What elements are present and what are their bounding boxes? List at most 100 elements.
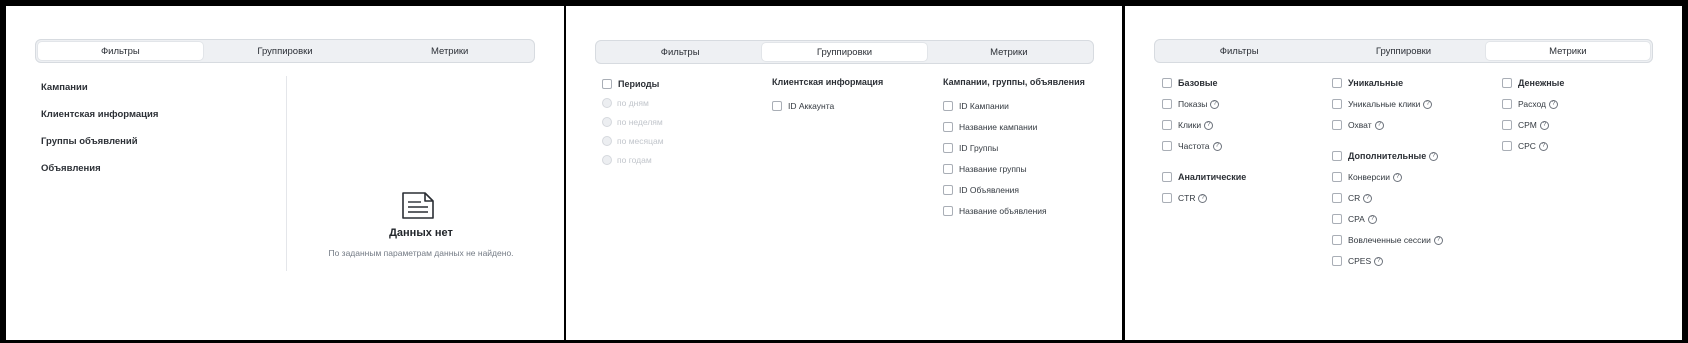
help-icon[interactable]: ? bbox=[1367, 214, 1377, 224]
grouping-item-label: Название объявления bbox=[959, 206, 1047, 216]
filter-item-ad-groups[interactable]: Группы объявлений bbox=[41, 136, 138, 147]
grouping-item-campaign-id[interactable]: ID Кампании bbox=[943, 101, 1009, 111]
metric-item-cpes[interactable]: CPES ? bbox=[1332, 256, 1384, 266]
metric-item-unique-clicks[interactable]: Уникальные клики ? bbox=[1332, 99, 1433, 109]
checkbox[interactable] bbox=[943, 185, 953, 195]
frame-right bbox=[1682, 0, 1688, 343]
metrics-panel: Фильтры Группировки Метрики Базовые Пока… bbox=[1125, 6, 1682, 340]
grouping-item-group-name[interactable]: Название группы bbox=[943, 164, 1027, 174]
help-icon[interactable]: ? bbox=[1539, 120, 1549, 130]
help-icon[interactable]: ? bbox=[1204, 120, 1214, 130]
checkbox[interactable] bbox=[1162, 120, 1172, 130]
radio[interactable] bbox=[602, 155, 612, 165]
grouping-item-account-id[interactable]: ID Аккаунта bbox=[772, 101, 834, 111]
period-option-weeks[interactable]: по неделям bbox=[602, 117, 663, 127]
metric-item-clicks[interactable]: Клики ? bbox=[1162, 120, 1214, 130]
period-option-months[interactable]: по месяцам bbox=[602, 136, 664, 146]
checkbox[interactable] bbox=[1332, 151, 1342, 161]
metric-item-cpm[interactable]: CPM ? bbox=[1502, 120, 1549, 130]
tab-groupings[interactable]: Группировки bbox=[762, 43, 927, 61]
checkbox[interactable] bbox=[602, 79, 612, 89]
checkbox[interactable] bbox=[1332, 256, 1342, 266]
checkbox[interactable] bbox=[943, 143, 953, 153]
metric-group-label: Базовые bbox=[1178, 78, 1218, 88]
tab-metrics[interactable]: Метрики bbox=[927, 43, 1091, 61]
radio[interactable] bbox=[602, 136, 612, 146]
checkbox[interactable] bbox=[1332, 214, 1342, 224]
metric-item-cpa[interactable]: CPA ? bbox=[1332, 214, 1377, 224]
tab-filters[interactable]: Фильтры bbox=[38, 42, 203, 60]
frame-left bbox=[0, 0, 6, 343]
checkbox[interactable] bbox=[1162, 78, 1172, 88]
help-icon[interactable]: ? bbox=[1212, 141, 1222, 151]
checkbox[interactable] bbox=[1332, 235, 1342, 245]
tab-metrics[interactable]: Метрики bbox=[367, 42, 532, 60]
checkbox[interactable] bbox=[1332, 78, 1342, 88]
metric-item-frequency[interactable]: Частота ? bbox=[1162, 141, 1222, 151]
checkbox[interactable] bbox=[943, 122, 953, 132]
checkbox[interactable] bbox=[1162, 172, 1172, 182]
help-icon[interactable]: ? bbox=[1210, 99, 1220, 109]
help-icon[interactable]: ? bbox=[1549, 99, 1559, 109]
checkbox[interactable] bbox=[1162, 193, 1172, 203]
grouping-item-ad-id[interactable]: ID Объявления bbox=[943, 185, 1019, 195]
checkbox[interactable] bbox=[1162, 141, 1172, 151]
metric-item-cpc[interactable]: CPC ? bbox=[1502, 141, 1548, 151]
checkbox[interactable] bbox=[1502, 99, 1512, 109]
help-icon[interactable]: ? bbox=[1433, 235, 1443, 245]
metric-item-conversions[interactable]: Конверсии ? bbox=[1332, 172, 1402, 182]
metric-group-analytic[interactable]: Аналитические bbox=[1162, 172, 1246, 182]
help-icon[interactable]: ? bbox=[1429, 151, 1439, 161]
metric-group-unique[interactable]: Уникальные bbox=[1332, 78, 1403, 88]
metric-item-ctr[interactable]: CTR ? bbox=[1162, 193, 1208, 203]
checkbox[interactable] bbox=[1502, 141, 1512, 151]
checkbox[interactable] bbox=[943, 101, 953, 111]
grouping-item-label: ID Аккаунта bbox=[788, 101, 835, 111]
tab-filters[interactable]: Фильтры bbox=[598, 43, 762, 61]
help-icon[interactable]: ? bbox=[1538, 141, 1548, 151]
filter-item-campaigns[interactable]: Кампании bbox=[41, 82, 88, 93]
tab-metrics[interactable]: Метрики bbox=[1485, 42, 1650, 60]
filters-panel: Фильтры Группировки Метрики Кампании Кли… bbox=[6, 6, 564, 340]
metric-group-basic[interactable]: Базовые bbox=[1162, 78, 1218, 88]
checkbox[interactable] bbox=[772, 101, 782, 111]
checkbox[interactable] bbox=[1332, 193, 1342, 203]
grouping-item-group-id[interactable]: ID Группы bbox=[943, 143, 998, 153]
tab-groupings[interactable]: Группировки bbox=[203, 42, 368, 60]
tab-groupings[interactable]: Группировки bbox=[1321, 42, 1485, 60]
period-option-years[interactable]: по годам bbox=[602, 155, 652, 165]
metric-group-additional[interactable]: Дополнительные ? bbox=[1332, 151, 1439, 161]
metric-item-engaged-sessions[interactable]: Вовлеченные сессии ? bbox=[1332, 235, 1443, 245]
help-icon[interactable]: ? bbox=[1198, 193, 1208, 203]
metric-item-reach[interactable]: Охват ? bbox=[1332, 120, 1384, 130]
metric-item-spend[interactable]: Расход ? bbox=[1502, 99, 1559, 109]
help-icon[interactable]: ? bbox=[1363, 193, 1373, 203]
metric-item-impressions[interactable]: Показы ? bbox=[1162, 99, 1220, 109]
radio[interactable] bbox=[602, 117, 612, 127]
help-icon[interactable]: ? bbox=[1374, 120, 1384, 130]
period-option-days[interactable]: по дням bbox=[602, 98, 649, 108]
metric-item-label: Вовлеченные сессии bbox=[1348, 235, 1431, 245]
radio[interactable] bbox=[602, 98, 612, 108]
metric-group-money[interactable]: Денежные bbox=[1502, 78, 1564, 88]
checkbox[interactable] bbox=[943, 164, 953, 174]
checkbox[interactable] bbox=[1502, 78, 1512, 88]
checkbox[interactable] bbox=[1162, 99, 1172, 109]
metric-item-cr[interactable]: CR ? bbox=[1332, 193, 1373, 203]
help-icon[interactable]: ? bbox=[1423, 99, 1433, 109]
periods-checkbox[interactable]: Периоды bbox=[602, 79, 659, 89]
grouping-item-ad-name[interactable]: Название объявления bbox=[943, 206, 1047, 216]
checkbox[interactable] bbox=[1332, 99, 1342, 109]
filter-item-ads[interactable]: Объявления bbox=[41, 163, 101, 174]
checkbox[interactable] bbox=[1332, 172, 1342, 182]
checkbox[interactable] bbox=[1332, 120, 1342, 130]
filter-item-client-info[interactable]: Клиентская информация bbox=[41, 109, 158, 120]
checkbox[interactable] bbox=[1502, 120, 1512, 130]
period-option-label: по годам bbox=[617, 155, 652, 165]
grouping-item-label: ID Группы bbox=[959, 143, 999, 153]
grouping-item-campaign-name[interactable]: Название кампании bbox=[943, 122, 1037, 132]
help-icon[interactable]: ? bbox=[1374, 256, 1384, 266]
tab-filters[interactable]: Фильтры bbox=[1157, 42, 1321, 60]
help-icon[interactable]: ? bbox=[1393, 172, 1402, 182]
checkbox[interactable] bbox=[943, 206, 953, 216]
